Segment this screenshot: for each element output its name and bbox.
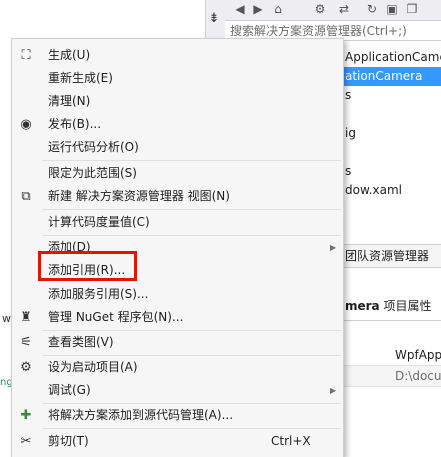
menu-item-source-control[interactable]: ✚ 将解决方案添加到源代码管理(A)... bbox=[12, 404, 343, 427]
refresh-icon[interactable]: ↻ bbox=[365, 2, 379, 16]
home-icon[interactable]: ⌂ bbox=[271, 2, 285, 16]
forward-icon[interactable]: ▶ bbox=[251, 2, 265, 16]
class-view-icon: ⚟ bbox=[20, 335, 32, 350]
menu-separator bbox=[42, 160, 341, 161]
menu-item-build[interactable]: ⛶ 生成(U) bbox=[12, 44, 343, 67]
menu-item-code-analysis[interactable]: 运行代码分析(O) bbox=[12, 136, 343, 159]
copy-icon[interactable]: ❐ bbox=[405, 2, 419, 16]
startup-gear-icon: ⚙ bbox=[20, 360, 32, 375]
menu-item-debug[interactable]: 调试(G) ▶ bbox=[12, 379, 343, 402]
editor-fragment: w bbox=[2, 312, 11, 325]
menu-item-code-metrics[interactable]: 计算代码度量值(C) bbox=[12, 211, 343, 234]
sync-icon[interactable]: ⇄ bbox=[337, 2, 351, 16]
submenu-arrow-icon: ▶ bbox=[330, 386, 337, 395]
menu-item-scope[interactable]: 限定为此范围(S) bbox=[12, 162, 343, 185]
menu-item-clean[interactable]: 清理(N) bbox=[12, 90, 343, 113]
solution-explorer-toolbar: ◀ ▶ ⌂ ⚙ ⇄ ↻ ▣ ❐ bbox=[225, 0, 441, 21]
menu-item-class-diagram[interactable]: ⚟ 查看类图(V) bbox=[12, 331, 343, 354]
cut-icon: ✂ bbox=[20, 434, 32, 449]
pin-icon[interactable]: ⇟ bbox=[206, 11, 222, 27]
publish-icon: ◉ bbox=[20, 117, 32, 132]
menu-item-cut[interactable]: ✂ 剪切(T) Ctrl+X bbox=[12, 430, 343, 453]
new-view-icon: ⧉ bbox=[21, 189, 31, 204]
menu-item-publish[interactable]: ◉ 发布(B)... bbox=[12, 113, 343, 136]
nuget-icon: ♜ bbox=[20, 310, 32, 325]
menu-item-manage-nuget[interactable]: ♜ 管理 NuGet 程序包(N)... bbox=[12, 306, 343, 329]
menu-item-new-view[interactable]: ⧉ 新建 解决方案资源管理器 视图(N) bbox=[12, 185, 343, 208]
build-icon: ⛶ bbox=[21, 48, 31, 63]
menu-separator bbox=[42, 209, 341, 210]
context-menu: ⛶ 生成(U) 重新生成(E) 清理(N) ◉ 发布(B)... 运行代码分析(… bbox=[11, 38, 344, 457]
menu-item-rebuild[interactable]: 重新生成(E) bbox=[12, 67, 343, 90]
menu-item-set-startup[interactable]: ⚙ 设为启动项目(A) bbox=[12, 356, 343, 379]
menu-separator bbox=[42, 428, 341, 429]
source-control-icon: ✚ bbox=[20, 408, 32, 423]
back-icon[interactable]: ◀ bbox=[233, 2, 247, 16]
collapse-icon[interactable]: ▣ bbox=[385, 2, 399, 16]
menu-item-add-service-reference[interactable]: 添加服务引用(S)... bbox=[12, 283, 343, 306]
submenu-arrow-icon: ▶ bbox=[330, 243, 337, 252]
settings-icon[interactable]: ⚙ bbox=[313, 2, 327, 16]
highlight-annotation bbox=[38, 251, 137, 281]
